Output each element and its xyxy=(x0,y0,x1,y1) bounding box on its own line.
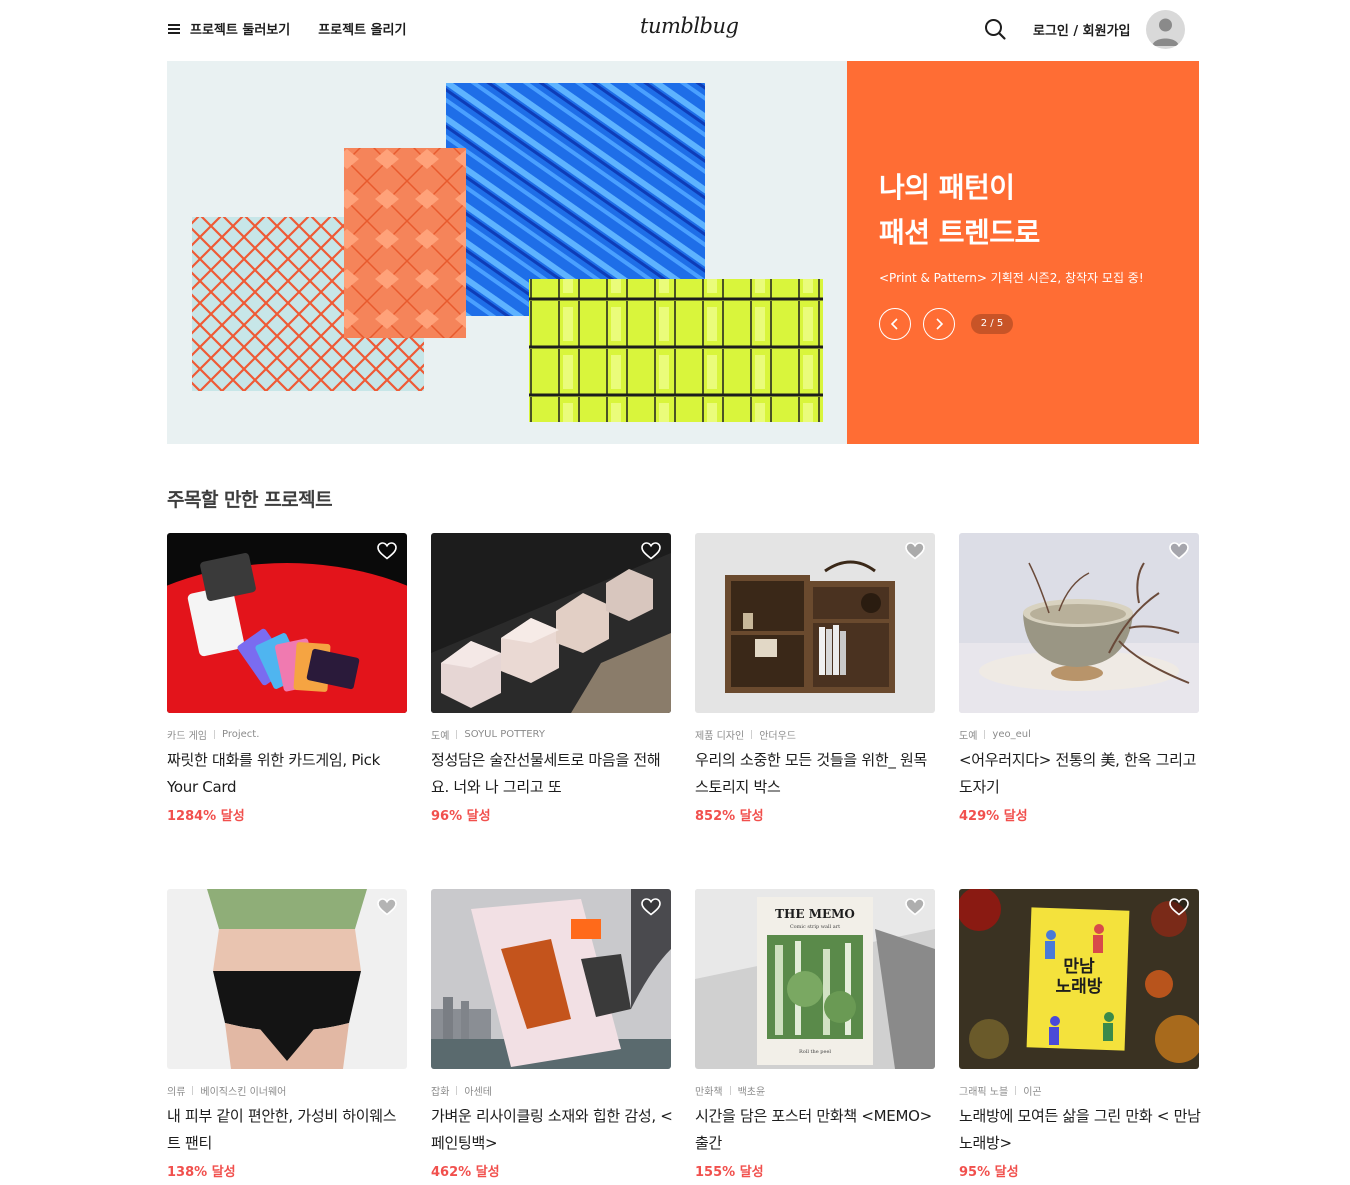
meta-divider xyxy=(751,730,753,739)
heart-icon[interactable] xyxy=(377,898,397,916)
avatar[interactable] xyxy=(1146,10,1185,49)
section-title: 주목할 만한 프로젝트 xyxy=(167,489,333,511)
upload-project-link[interactable]: 프로젝트 올리기 xyxy=(318,19,406,38)
project-creator[interactable]: SOYUL POTTERY xyxy=(464,729,545,740)
hamburger-icon xyxy=(168,23,180,34)
login-signup-link[interactable]: 로그인 / 회원가입 xyxy=(1033,20,1131,39)
project-title[interactable]: 짜릿한 대화를 위한 카드게임, Pick Your Card xyxy=(167,747,409,801)
meta-divider xyxy=(213,730,215,739)
banner-subtitle: <Print & Pattern> 기획전 시즌2, 창작자 모집 중! xyxy=(879,271,1144,285)
project-title[interactable]: 시간을 담은 포스터 만화책 <MEMO> 출간 xyxy=(695,1103,937,1157)
project-thumbnail[interactable]: 만남 노래방 xyxy=(959,889,1199,1069)
chevron-right-icon xyxy=(936,318,944,330)
project-title[interactable]: 정성담은 술잔선물세트로 마음을 전해요. 너와 나 그리고 또 xyxy=(431,747,673,801)
meta-divider xyxy=(456,730,458,739)
meta-divider xyxy=(456,1086,458,1095)
project-title[interactable]: 가벼운 리사이클링 소재와 힙한 감성, <페인팅백> xyxy=(431,1103,673,1157)
cover-title: 만남 노래방 xyxy=(1055,957,1103,997)
project-meta: 도예 SOYUL POTTERY xyxy=(431,727,545,742)
project-title[interactable]: 노래방에 모여든 삶을 그린 만화 < 만남 노래방> xyxy=(959,1103,1201,1157)
project-title[interactable]: 내 피부 같이 편안한, 가성비 하이웨스트 팬티 xyxy=(167,1103,409,1157)
project-creator[interactable]: 이곤 xyxy=(1023,1083,1041,1098)
project-thumbnail[interactable] xyxy=(431,533,671,713)
project-meta: 그래픽 노블 이곤 xyxy=(959,1083,1042,1098)
project-title[interactable]: <어우러지다> 전통의 美, 한옥 그리고 도자기 xyxy=(959,747,1201,801)
project-category[interactable]: 잡화 xyxy=(431,1083,449,1098)
project-category[interactable]: 만화책 xyxy=(695,1083,723,1098)
project-category[interactable]: 카드 게임 xyxy=(167,727,207,742)
project-creator[interactable]: 백초윤 xyxy=(738,1083,766,1098)
project-category[interactable]: 의류 xyxy=(167,1083,185,1098)
funding-percent: 852% 달성 xyxy=(695,809,764,824)
heart-icon[interactable] xyxy=(641,542,661,560)
project-thumbnail[interactable]: THE MEMO Comic strip wall art Roll the p… xyxy=(695,889,935,1069)
user-icon xyxy=(1152,18,1179,46)
project-meta: 제품 디자인 안더우드 xyxy=(695,727,796,742)
browse-projects-label: 프로젝트 둘러보기 xyxy=(190,23,291,38)
heart-icon[interactable] xyxy=(641,898,661,916)
heart-icon[interactable] xyxy=(1169,898,1189,916)
project-creator[interactable]: 안더우드 xyxy=(759,727,796,742)
browse-projects-menu[interactable]: 프로젝트 둘러보기 xyxy=(168,19,290,38)
project-meta: 잡화 아센테 xyxy=(431,1083,492,1098)
project-title[interactable]: 우리의 소중한 모든 것들을 위한_ 원목 스토리지 박스 xyxy=(695,747,937,801)
project-category[interactable]: 그래픽 노블 xyxy=(959,1083,1008,1098)
heart-icon[interactable] xyxy=(905,542,925,560)
project-meta: 카드 게임 Project. xyxy=(167,727,259,742)
meta-divider xyxy=(192,1086,194,1095)
funding-percent: 429% 달성 xyxy=(959,809,1028,824)
promo-banner[interactable]: 나의 패턴이 패션 트렌드로 <Print & Pattern> 기획전 시즌2… xyxy=(167,61,1199,444)
search-icon[interactable] xyxy=(983,17,1007,41)
cover-subtitle: Comic strip wall art xyxy=(789,924,841,930)
cover-footer: Roll the peel xyxy=(798,1049,832,1055)
meta-divider xyxy=(984,730,986,739)
heart-icon[interactable] xyxy=(1169,542,1189,560)
heart-icon[interactable] xyxy=(377,542,397,560)
project-meta: 도예 yeo_eul xyxy=(959,727,1031,742)
project-thumbnail[interactable] xyxy=(695,533,935,713)
header-nav: 프로젝트 둘러보기 프로젝트 올리기 xyxy=(168,19,406,38)
project-creator[interactable]: 아센테 xyxy=(464,1083,492,1098)
banner-title-line1: 나의 패턴이 xyxy=(879,171,1015,204)
site-logo[interactable]: tumblbug xyxy=(640,14,739,38)
project-category[interactable]: 도예 xyxy=(959,727,977,742)
funding-percent: 138% 달성 xyxy=(167,1165,236,1180)
project-category[interactable]: 제품 디자인 xyxy=(695,727,744,742)
funding-percent: 1284% 달성 xyxy=(167,809,245,824)
funding-percent: 155% 달성 xyxy=(695,1165,764,1180)
cover-title: THE MEMO xyxy=(775,907,855,921)
project-meta: 만화책 백초윤 xyxy=(695,1083,765,1098)
project-meta: 의류 베이직스킨 이너웨어 xyxy=(167,1083,286,1098)
project-thumbnail[interactable] xyxy=(959,533,1199,713)
project-thumbnail[interactable] xyxy=(167,889,407,1069)
funding-percent: 96% 달성 xyxy=(431,809,491,824)
banner-prev-button[interactable] xyxy=(879,308,911,340)
project-thumbnail[interactable] xyxy=(431,889,671,1069)
banner-image xyxy=(167,61,847,444)
banner-text-panel: 나의 패턴이 패션 트렌드로 <Print & Pattern> 기획전 시즌2… xyxy=(847,61,1199,444)
banner-title-line2: 패션 트렌드로 xyxy=(879,216,1040,249)
chevron-left-icon xyxy=(890,318,898,330)
meta-divider xyxy=(1015,1086,1017,1095)
meta-divider xyxy=(729,1086,731,1095)
project-category[interactable]: 도예 xyxy=(431,727,449,742)
site-header: 프로젝트 둘러보기 프로젝트 올리기 tumblbug 로그인 / 회원가입 xyxy=(0,0,1350,60)
banner-next-button[interactable] xyxy=(923,308,955,340)
project-thumbnail[interactable] xyxy=(167,533,407,713)
funding-percent: 462% 달성 xyxy=(431,1165,500,1180)
funding-percent: 95% 달성 xyxy=(959,1165,1019,1180)
heart-icon[interactable] xyxy=(905,898,925,916)
project-creator[interactable]: 베이직스킨 이너웨어 xyxy=(200,1083,286,1098)
project-creator[interactable]: yeo_eul xyxy=(992,729,1030,740)
banner-title: 나의 패턴이 패션 트렌드로 xyxy=(879,165,1040,255)
project-creator[interactable]: Project. xyxy=(222,729,259,740)
banner-pager: 2 / 5 xyxy=(971,314,1013,334)
